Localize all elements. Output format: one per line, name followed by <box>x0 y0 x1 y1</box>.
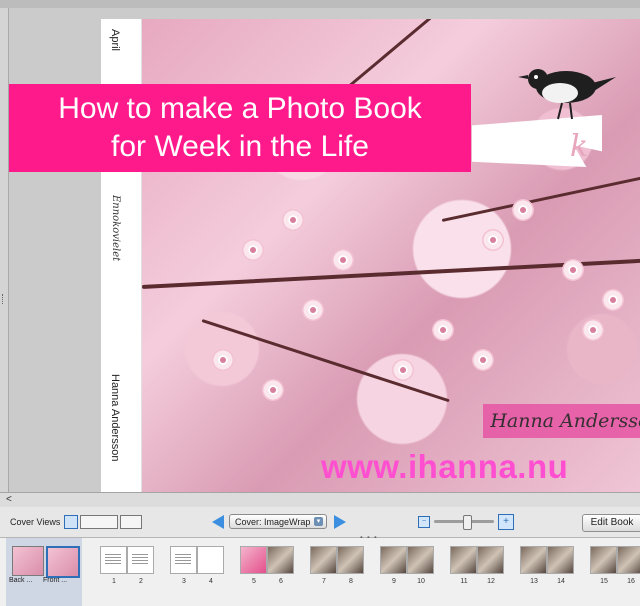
cover-views-label: Cover Views <box>10 517 61 527</box>
blossom <box>212 349 234 371</box>
page-thumbnail[interactable] <box>547 546 574 574</box>
blossom <box>302 299 324 321</box>
page-thumbnail[interactable] <box>590 546 617 574</box>
page-number-label: 9 <box>392 578 396 585</box>
ribbon-letter-graphic: k <box>570 129 589 164</box>
blossom <box>482 229 504 251</box>
spine-author-text: Hanna Andersson <box>109 374 121 462</box>
page-thumbnail[interactable] <box>310 546 337 574</box>
chevron-down-icon: ▾ <box>314 517 323 526</box>
page-number-label: 4 <box>209 578 213 585</box>
page-thumbnail[interactable] <box>240 546 267 574</box>
next-arrow-icon[interactable] <box>334 515 346 529</box>
blossom <box>602 289 624 311</box>
bird-illustration <box>518 69 616 120</box>
author-name-banner: Hanna Andersson <box>483 404 640 438</box>
page-thumbnail[interactable] <box>407 546 434 574</box>
cover-views-panel: Back ... Front ... <box>6 538 82 606</box>
page-number-label: 12 <box>487 578 495 585</box>
page-number-label: 1 <box>112 578 116 585</box>
cover-style-select[interactable]: Cover: ImageWrap ▾ <box>229 514 327 529</box>
front-cover-label: Front ... <box>43 577 68 584</box>
title-line-2: for Week in the Life <box>111 130 369 163</box>
back-cover-thumbnail[interactable] <box>12 546 44 576</box>
page-thumbnail[interactable] <box>520 546 547 574</box>
zoom-slider-thumb[interactable] <box>463 515 472 530</box>
blossom <box>432 319 454 341</box>
grid-view-icon[interactable] <box>120 515 142 529</box>
left-panel-edge[interactable] <box>0 8 9 492</box>
spine-middle-text: Ennokovielet <box>110 195 121 262</box>
blossom <box>262 379 284 401</box>
page-thumbnail[interactable] <box>170 546 197 574</box>
previous-arrow-icon[interactable] <box>212 515 224 529</box>
page-number-label: 7 <box>322 578 326 585</box>
page-thumbnail[interactable] <box>617 546 640 574</box>
blossom <box>332 249 354 271</box>
blossom <box>242 239 264 261</box>
page-number-label: 15 <box>600 578 608 585</box>
blossom <box>392 359 414 381</box>
page-number-label: 2 <box>139 578 143 585</box>
page-thumbnail[interactable] <box>127 546 154 574</box>
front-cover-thumbnail[interactable] <box>46 546 80 578</box>
page-thumbnail[interactable] <box>197 546 224 574</box>
spine-top-text: April <box>109 29 121 52</box>
page-number-label: 14 <box>557 578 565 585</box>
edit-book-button[interactable]: Edit Book <box>582 514 640 532</box>
branch <box>441 175 640 222</box>
book-canvas: April Ennokovielet Hanna Andersson k Han… <box>9 8 640 492</box>
page-thumbnail[interactable] <box>100 546 127 574</box>
branch <box>201 319 450 403</box>
page-number-label: 11 <box>460 578 468 585</box>
blossom <box>472 349 494 371</box>
page-number-label: 3 <box>182 578 186 585</box>
title-line-1: How to make a Photo Book <box>58 92 422 125</box>
cover-style-value: Cover: ImageWrap <box>235 517 311 527</box>
resize-grip[interactable] <box>2 294 6 304</box>
blossom <box>562 259 584 281</box>
page-number-label: 13 <box>530 578 538 585</box>
page-number-label: 8 <box>349 578 353 585</box>
page-number-label: 5 <box>252 578 256 585</box>
zoom-out-icon[interactable]: − <box>418 516 430 528</box>
blossom <box>282 209 304 231</box>
page-thumbnail[interactable] <box>450 546 477 574</box>
back-cover-label: Back ... <box>9 577 33 584</box>
title-banner: How to make a Photo Book for Week in the… <box>9 84 471 172</box>
zoom-in-icon[interactable]: + <box>498 514 514 530</box>
watermark-url: www.ihanna.nu <box>321 448 569 485</box>
page-thumbnail[interactable] <box>477 546 504 574</box>
page-number-label: 10 <box>417 578 425 585</box>
blossom <box>582 319 604 341</box>
page-number-label: 6 <box>279 578 283 585</box>
horizontal-scrollbar[interactable]: < <box>0 492 640 508</box>
scroll-left-arrow-icon[interactable]: < <box>6 494 12 505</box>
page-thumbnail[interactable] <box>267 546 294 574</box>
bottom-toolbar: Cover Views Cover: ImageWrap ▾ − + Edit … <box>0 507 640 538</box>
single-page-view-icon[interactable] <box>64 515 78 529</box>
page-number-label: 16 <box>627 578 635 585</box>
page-thumbnail[interactable] <box>337 546 364 574</box>
page-thumbnail-strip: Back ... Front ... 1 2 3 4 5 6 7 8 9 10 11 12 13 14 15… <box>0 538 640 606</box>
page-thumbnail[interactable] <box>380 546 407 574</box>
blossom <box>512 199 534 221</box>
spread-view-icon[interactable] <box>80 515 118 529</box>
